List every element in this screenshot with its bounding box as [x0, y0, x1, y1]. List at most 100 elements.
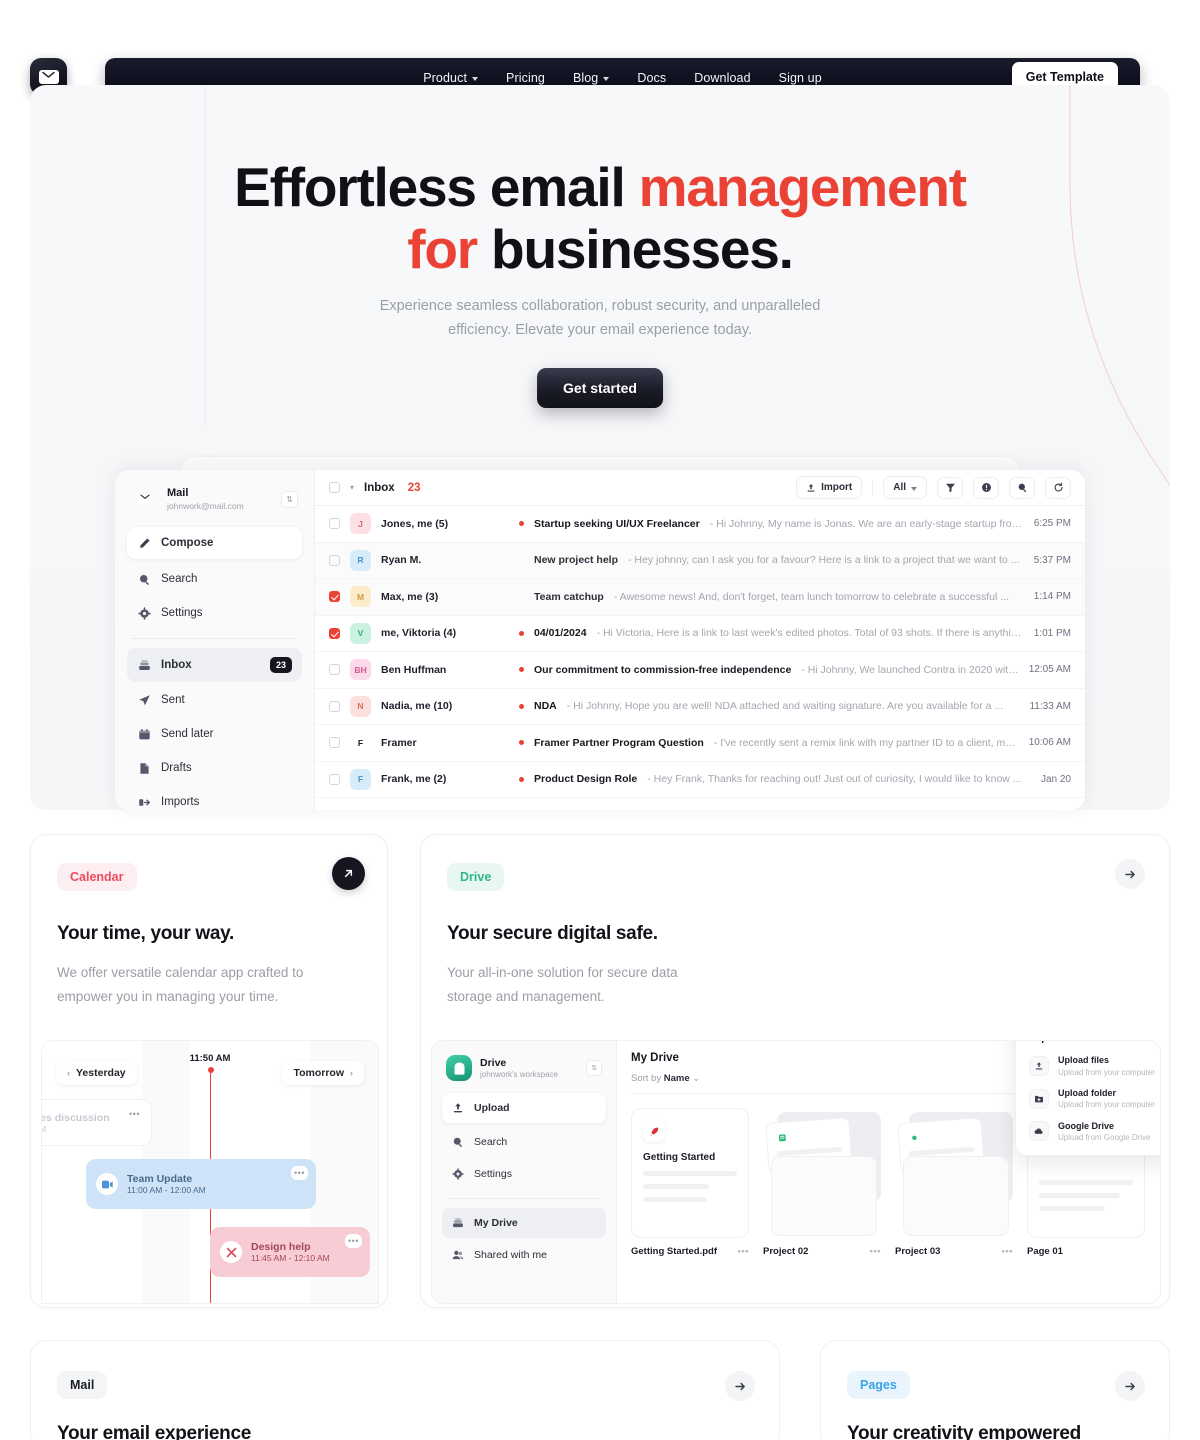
pages-card-arrow-button[interactable]: [1115, 1371, 1145, 1401]
drive-file-item[interactable]: Getting Started Getting Started.pdf •••: [631, 1108, 749, 1257]
import-popup-title: Import: [1029, 1041, 1160, 1044]
dots-icon[interactable]: •••: [126, 1107, 143, 1121]
account-switcher-icon[interactable]: ⇅: [586, 1060, 602, 1076]
drive-item-settings[interactable]: Settings: [442, 1159, 606, 1189]
mail-account[interactable]: Mail johnwork@mail.com ⇅: [127, 484, 302, 527]
sidebar-label: Send later: [161, 728, 214, 740]
calendar-event-team-update[interactable]: Team Update 11:00 AM - 12:00 AM •••: [86, 1159, 316, 1209]
file-name-row: Project 02 •••: [763, 1246, 881, 1257]
email-preview: - Hey johnny, can I ask you for a favour…: [628, 554, 1020, 567]
import-option-upload-files[interactable]: Upload files Upload from your computer: [1029, 1054, 1160, 1078]
drive-file-item[interactable]: Project 03 •••: [895, 1108, 1013, 1257]
calendar-event-design-help[interactable]: Design help 11:45 AM - 12:10 AM •••: [210, 1227, 370, 1277]
refresh-icon[interactable]: [1045, 476, 1071, 499]
email-checkbox[interactable]: [329, 627, 340, 639]
table-row[interactable]: J Jones, me (5) Startup seeking UI/UX Free…: [315, 506, 1085, 543]
table-row[interactable]: BH Ben Huffman Our commitment to commissio…: [315, 652, 1085, 689]
email-preview: - I've recently sent a remix link with m…: [713, 736, 1019, 749]
email-sender: Jones, me (5): [381, 517, 449, 530]
mail-card-arrow-button[interactable]: [725, 1371, 755, 1401]
nav-link-signup[interactable]: Sign up: [765, 71, 836, 85]
account-switcher-icon[interactable]: ⇅: [281, 491, 298, 508]
drive-item-my-drive[interactable]: My Drive: [442, 1208, 606, 1238]
email-preview: - Hi Victoria, Here is a link to last we…: [596, 627, 1024, 640]
table-row[interactable]: F Framer Framer Partner Program Question -…: [315, 725, 1085, 762]
alert-icon[interactable]: [973, 476, 999, 499]
email-checkbox[interactable]: [329, 591, 340, 603]
avatar: R: [350, 549, 371, 571]
hero-subtitle: Experience seamless collaboration, robus…: [30, 295, 1170, 343]
nav-link-label: Pricing: [506, 70, 545, 85]
chevron-down-icon[interactable]: ▾: [350, 483, 354, 492]
table-row[interactable]: N Nadia, me (10) NDA - Hi Johnny, Hope you…: [315, 689, 1085, 725]
table-row[interactable]: Vme, Viktoria (4) 04/01/2024 - Hi Victori…: [315, 616, 1085, 652]
dots-icon[interactable]: •••: [345, 1234, 362, 1248]
mail-toolbar: ▾ Inbox 23 Import All: [315, 470, 1085, 506]
file-name: Page 01: [1027, 1246, 1063, 1257]
import-option-google-drive[interactable]: Google Drive Upload from Google Drive: [1029, 1120, 1160, 1144]
email-checkbox[interactable]: [329, 773, 340, 785]
table-row[interactable]: R Ryan M. New project help - Hey johnny, c…: [315, 542, 1085, 579]
sidebar-label: Inbox: [161, 659, 192, 671]
drive-account-name: Drive: [480, 1056, 507, 1069]
drive-feature-card: Drive Your secure digital safe. Your all…: [420, 834, 1170, 1308]
filter-select[interactable]: All: [883, 476, 927, 499]
nav-link-docs[interactable]: Docs: [623, 71, 680, 85]
sidebar-item-search[interactable]: Search: [127, 563, 302, 595]
hero-title-part1: Effortless email: [234, 156, 639, 218]
avatar: J: [350, 513, 371, 535]
sidebar-item-sent[interactable]: Sent: [127, 684, 302, 716]
pages-feature-card: Pages Your creativity empowered: [820, 1340, 1170, 1440]
calendar-next-button[interactable]: Tomorrow ›: [282, 1061, 364, 1085]
sidebar-label: Compose: [161, 537, 214, 549]
calendar-now-time: 11:50 AM: [189, 1053, 231, 1064]
nav-link-label: Download: [694, 70, 751, 85]
import-option-upload-folder[interactable]: Upload folder Upload from your computer: [1029, 1087, 1160, 1111]
drive-item-upload[interactable]: Upload: [442, 1093, 606, 1123]
email-time: 11:33 AM: [1029, 700, 1071, 712]
table-row[interactable]: M Max, me (3) Team catchup - Awesome news!…: [315, 579, 1085, 616]
calendar-card-arrow-button[interactable]: [332, 857, 365, 890]
email-preview: - Hi Johnny, We launched Contra in 2020 …: [801, 663, 1019, 676]
dots-icon[interactable]: •••: [870, 1246, 881, 1257]
search-icon[interactable]: [1009, 476, 1035, 499]
sidebar-item-compose[interactable]: Compose: [127, 527, 302, 559]
email-subject: New project help: [534, 554, 619, 567]
sidebar-item-imports[interactable]: Imports: [127, 786, 302, 810]
email-checkbox[interactable]: [329, 737, 340, 749]
nav-link-pricing[interactable]: Pricing: [492, 71, 559, 85]
calendar-prev-button[interactable]: ‹ Yesterday: [56, 1061, 137, 1085]
unread-dot: [519, 740, 524, 746]
email-preview: - Awesome news! And, don't forget, team …: [613, 590, 1010, 603]
import-button[interactable]: Import: [796, 476, 863, 499]
drive-account-text: Drive johnwork's workspace: [480, 1056, 558, 1081]
email-checkbox[interactable]: [329, 518, 340, 530]
drive-file-item[interactable]: Project 02 •••: [763, 1108, 881, 1257]
sidebar-item-inbox[interactable]: Inbox 23: [127, 648, 302, 682]
nav-link-product[interactable]: Product: [409, 71, 492, 85]
calendar-event-ghost[interactable]: features discussion 11:30 AM •••: [42, 1099, 152, 1146]
calendar-mockup: 11:50 AM ‹ Yesterday Tomorrow › features…: [41, 1040, 379, 1304]
email-subject: Startup seeking UI/UX Freelancer: [534, 517, 700, 530]
email-checkbox[interactable]: [329, 700, 340, 712]
sidebar-item-drafts[interactable]: Drafts: [127, 752, 302, 784]
filter-icon[interactable]: [937, 476, 963, 499]
email-checkbox[interactable]: [329, 554, 340, 566]
file-icon: [137, 761, 151, 775]
drive-card-arrow-button[interactable]: [1115, 859, 1145, 889]
nav-link-blog[interactable]: Blog: [559, 71, 623, 85]
get-started-button[interactable]: Get started: [537, 368, 663, 408]
dots-icon[interactable]: •••: [738, 1246, 749, 1257]
email-checkbox[interactable]: [329, 664, 340, 676]
dots-icon[interactable]: •••: [291, 1166, 308, 1180]
drive-item-search[interactable]: Search: [442, 1127, 606, 1157]
sidebar-item-settings[interactable]: Settings: [127, 597, 302, 629]
select-all-checkbox[interactable]: [329, 482, 340, 493]
nav-link-download[interactable]: Download: [680, 71, 764, 85]
drive-account[interactable]: Drive johnwork's workspace ⇅: [442, 1053, 606, 1093]
drive-item-shared[interactable]: Shared with me: [442, 1240, 606, 1270]
dots-icon[interactable]: •••: [1002, 1246, 1013, 1257]
table-row[interactable]: F Frank, me (2) Product Design Role - Hey …: [315, 762, 1085, 798]
sidebar-item-send-later[interactable]: Send later: [127, 718, 302, 750]
sort-prefix: Sort by: [631, 1073, 662, 1084]
